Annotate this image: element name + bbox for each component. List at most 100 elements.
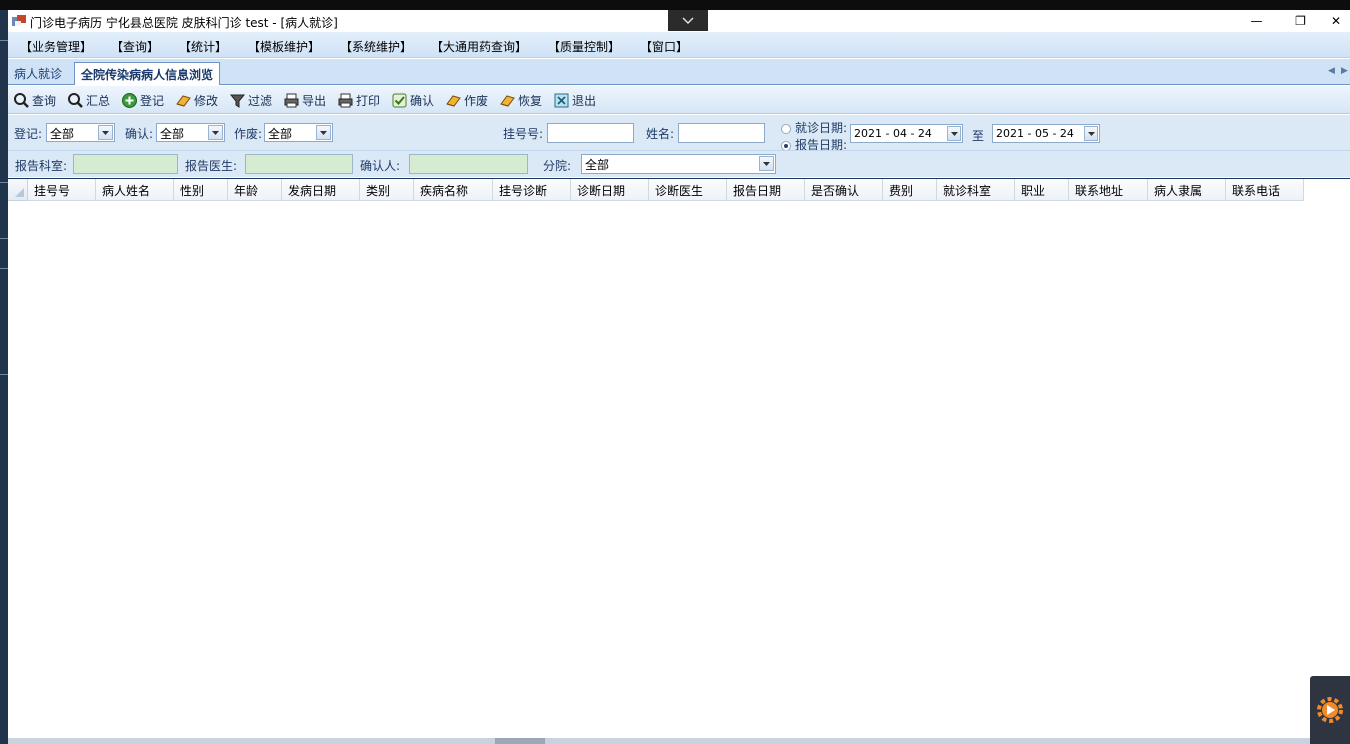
- register-select[interactable]: 全部: [46, 123, 115, 142]
- column-header[interactable]: 挂号诊断: [493, 179, 571, 201]
- visit-date-label: 就诊日期:: [795, 121, 848, 135]
- confirm-select[interactable]: 全部: [156, 123, 225, 142]
- menu-statistics[interactable]: 【统计】: [179, 38, 227, 55]
- column-header[interactable]: 是否确认: [805, 179, 883, 201]
- dropdown-arrow-icon: [98, 125, 113, 140]
- column-header[interactable]: 联系地址: [1069, 179, 1148, 201]
- menu-bar: 【业务管理】 【查询】 【统计】 【模板维护】 【系统维护】 【大通用药查询】 …: [8, 32, 1350, 58]
- eraser-icon: [446, 94, 461, 107]
- app-icon: [12, 15, 26, 26]
- query-button[interactable]: 查询: [13, 90, 56, 110]
- column-header[interactable]: 诊断医生: [649, 179, 727, 201]
- menu-query[interactable]: 【查询】: [111, 38, 159, 55]
- window-title: 门诊电子病历 宁化县总医院 皮肤科门诊 test - [病人就诊]: [30, 16, 338, 30]
- menu-window[interactable]: 【窗口】: [640, 38, 688, 55]
- calendar-dropdown-icon: [1084, 126, 1098, 141]
- void-label: 作废:: [234, 127, 263, 141]
- visit-date-radio[interactable]: [781, 124, 791, 134]
- column-header[interactable]: 联系电话: [1226, 179, 1304, 201]
- column-header[interactable]: 诊断日期: [571, 179, 649, 201]
- column-header[interactable]: 性别: [174, 179, 228, 201]
- close-button[interactable]: ✕: [1322, 10, 1350, 32]
- reg-no-input[interactable]: [547, 123, 634, 143]
- tab-scroll-right-icon[interactable]: ▶: [1341, 66, 1348, 76]
- toolbar: 查询 汇总 登记 修改 过滤 导出 打印 确认 作废 恢复 退出: [8, 86, 1350, 114]
- register-label: 登记:: [14, 127, 43, 141]
- column-header[interactable]: 年龄: [228, 179, 282, 201]
- patient-grid[interactable]: 挂号号 病人姓名 性别 年龄 发病日期 类别 疾病名称 挂号诊断 诊断日期 诊断…: [8, 178, 1350, 744]
- exit-icon: [554, 93, 569, 107]
- dropdown-arrow-icon: [208, 125, 223, 140]
- date-to-label: 至: [972, 129, 985, 143]
- column-header[interactable]: 费别: [883, 179, 937, 201]
- register-button[interactable]: 登记: [121, 90, 164, 110]
- print-button[interactable]: 打印: [337, 90, 380, 110]
- calendar-dropdown-icon: [947, 126, 961, 141]
- menu-business[interactable]: 【业务管理】: [20, 38, 92, 55]
- column-header[interactable]: 疾病名称: [414, 179, 493, 201]
- tab-patient-visit[interactable]: 病人就诊: [8, 62, 68, 85]
- filter-button[interactable]: 过滤: [229, 90, 272, 110]
- grid-select-all-corner[interactable]: [8, 179, 28, 201]
- printer-icon: [284, 93, 299, 107]
- tab-bar: 病人就诊 全院传染病病人信息浏览 ◀ ▶: [8, 59, 1350, 85]
- confirmer-label: 确认人:: [360, 159, 401, 173]
- restore-record-button[interactable]: 恢复: [499, 90, 542, 110]
- date-to-picker[interactable]: 2021 - 05 - 24: [992, 124, 1100, 143]
- name-input[interactable]: [678, 123, 765, 143]
- summary-button[interactable]: 汇总: [67, 90, 110, 110]
- column-header[interactable]: 类别: [360, 179, 414, 201]
- restore-button[interactable]: ❐: [1278, 10, 1323, 32]
- tab-scroll-left-icon[interactable]: ◀: [1328, 66, 1335, 76]
- report-doctor-label: 报告医生:: [185, 159, 238, 173]
- void-button[interactable]: 作废: [445, 90, 488, 110]
- filter-row-2: 报告科室: 报告医生: 确认人: 分院: 全部: [8, 150, 1350, 177]
- confirm-label: 确认:: [125, 127, 154, 141]
- app-window: 门诊电子病历 宁化县总医院 皮肤科门诊 test - [病人就诊] — ❐ ✕ …: [8, 10, 1350, 744]
- screen-top-strip: [0, 0, 1350, 10]
- column-header[interactable]: 就诊科室: [937, 179, 1015, 201]
- title-bar: 门诊电子病历 宁化县总医院 皮肤科门诊 test - [病人就诊] — ❐ ✕: [8, 10, 1350, 32]
- branch-select[interactable]: 全部: [581, 154, 776, 174]
- menu-quality[interactable]: 【质量控制】: [548, 38, 620, 55]
- dropdown-arrow-icon: [316, 125, 331, 140]
- title-dropdown-button[interactable]: [668, 10, 708, 31]
- restore-icon: ❐: [1295, 14, 1306, 28]
- menu-drug-query[interactable]: 【大通用药查询】: [431, 38, 527, 55]
- report-doctor-input[interactable]: [245, 154, 353, 174]
- background-window-edge: [0, 10, 8, 744]
- menu-template[interactable]: 【模板维护】: [248, 38, 320, 55]
- minimize-button[interactable]: —: [1234, 10, 1279, 32]
- confirm-button[interactable]: 确认: [391, 90, 434, 110]
- check-icon: [392, 93, 407, 107]
- dropdown-arrow-icon: [759, 156, 774, 171]
- eraser-icon: [176, 94, 191, 107]
- add-circle-icon: [122, 92, 137, 108]
- column-header[interactable]: 报告日期: [727, 179, 805, 201]
- report-dept-label: 报告科室:: [15, 159, 68, 173]
- eraser-icon: [500, 94, 515, 107]
- export-button[interactable]: 导出: [283, 90, 326, 110]
- gear-play-icon: [1317, 697, 1343, 723]
- void-select[interactable]: 全部: [264, 123, 333, 142]
- magnifier-icon: [14, 92, 29, 108]
- printer-icon: [338, 93, 353, 107]
- funnel-icon: [229, 94, 246, 108]
- menu-system[interactable]: 【系统维护】: [340, 38, 412, 55]
- column-header[interactable]: 职业: [1015, 179, 1069, 201]
- column-header[interactable]: 发病日期: [282, 179, 360, 201]
- column-header[interactable]: 病人姓名: [96, 179, 174, 201]
- report-dept-input[interactable]: [73, 154, 178, 174]
- horizontal-scrollbar[interactable]: [8, 738, 1350, 744]
- column-header[interactable]: 病人隶属: [1148, 179, 1226, 201]
- name-label: 姓名:: [646, 127, 675, 141]
- modify-button[interactable]: 修改: [175, 90, 218, 110]
- exit-button[interactable]: 退出: [553, 90, 596, 110]
- column-header[interactable]: 挂号号: [28, 179, 96, 201]
- tab-infectious-browse[interactable]: 全院传染病病人信息浏览: [74, 62, 221, 85]
- date-from-picker[interactable]: 2021 - 04 - 24: [850, 124, 963, 143]
- confirmer-input[interactable]: [409, 154, 528, 174]
- floating-assistant-widget[interactable]: [1310, 676, 1350, 744]
- scrollbar-thumb[interactable]: [495, 738, 545, 744]
- filter-row-1: 登记: 全部 确认: 全部 作废: 全部 挂号号: 姓名: 就诊日期: 报告日期…: [8, 115, 1350, 152]
